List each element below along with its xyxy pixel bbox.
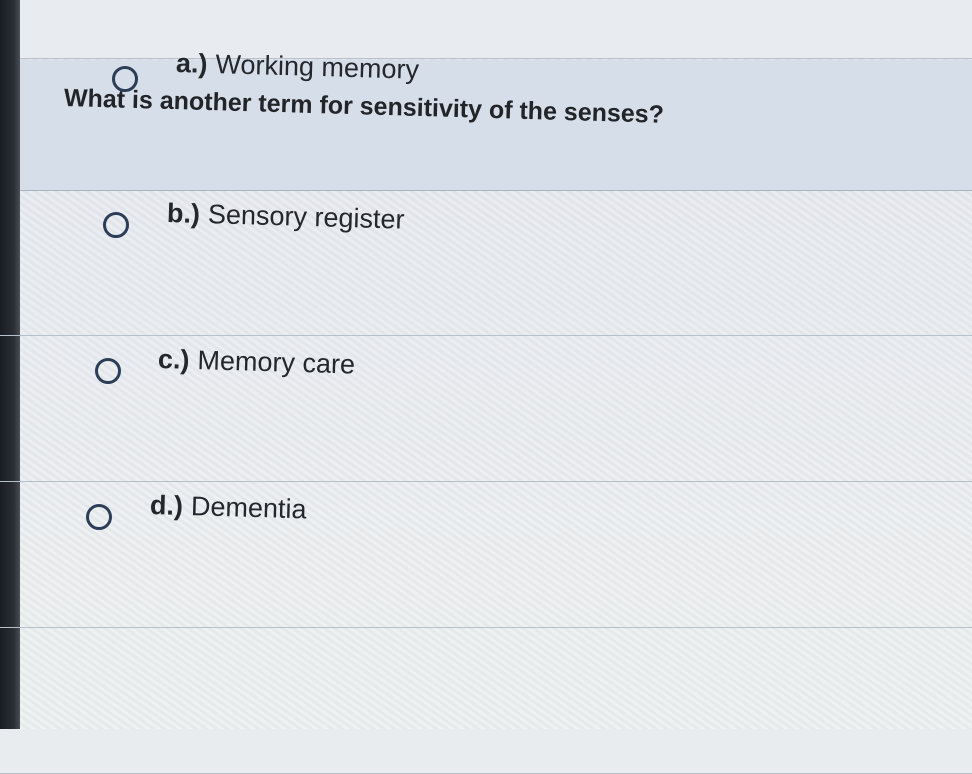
answer-option-d[interactable]: d.) Dementia [0,490,972,774]
answer-text-c: Memory care [197,345,356,380]
question-text: What is another term for sensitivity of … [63,84,665,129]
answer-label-d[interactable]: d.) Dementia [150,490,307,525]
question-panel: What is another term for sensitivity of … [20,60,972,191]
answer-label-c[interactable]: c.) Memory care [158,344,356,380]
answer-text-a: Working memory [215,49,420,85]
answer-option-b[interactable]: b.) Sensory register [0,198,972,482]
answer-letter-a: a.) [175,48,208,79]
top-bar [20,0,972,59]
answer-letter-d: d.) [149,490,184,521]
radio-button-a[interactable] [112,66,138,92]
answer-letter-c: c.) [157,344,190,375]
answer-option-a[interactable]: a.) Working memory [0,48,972,336]
answer-text-b: Sensory register [207,199,405,235]
answer-option-c[interactable]: c.) Memory care [0,344,972,628]
quiz-screen: What is another term for sensitivity of … [0,0,972,774]
radio-button-c[interactable] [95,358,121,384]
radio-button-d[interactable] [86,504,112,530]
answer-letter-b: b.) [166,198,201,229]
answer-text-d: Dementia [190,491,307,525]
radio-button-b[interactable] [103,212,129,238]
answer-label-b[interactable]: b.) Sensory register [167,198,405,236]
answer-options: a.) Working memory b.) Sensory register c.… [0,48,972,774]
